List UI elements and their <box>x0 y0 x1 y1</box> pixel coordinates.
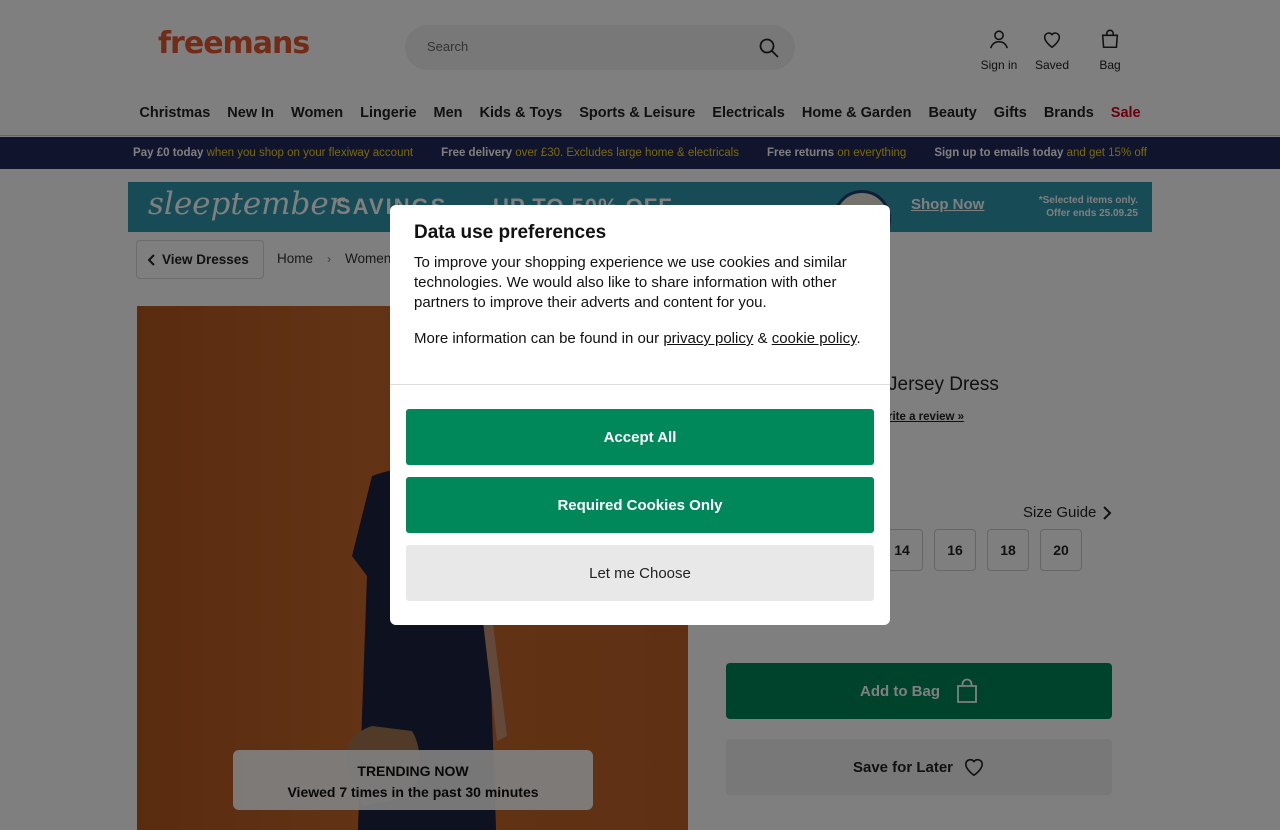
let-me-choose-button[interactable]: Let me Choose <box>406 545 874 601</box>
required-cookies-only-button[interactable]: Required Cookies Only <box>406 477 874 533</box>
more-info-prefix: More information can be found in our <box>414 330 664 347</box>
privacy-policy-link[interactable]: privacy policy <box>663 330 753 347</box>
dialog-body-text: To improve your shopping experience we u… <box>414 254 847 311</box>
more-info-and: & <box>753 330 772 347</box>
dialog-title: Data use preferences <box>414 222 607 243</box>
dialog-divider <box>390 384 890 385</box>
dialog-more-info: More information can be found in our pri… <box>414 329 869 349</box>
more-info-suffix: . <box>856 330 861 347</box>
accept-all-button[interactable]: Accept All <box>406 409 874 465</box>
cookie-policy-link[interactable]: cookie policy <box>772 330 857 347</box>
data-use-preferences-dialog: Data use preferences To improve your sho… <box>390 205 890 625</box>
